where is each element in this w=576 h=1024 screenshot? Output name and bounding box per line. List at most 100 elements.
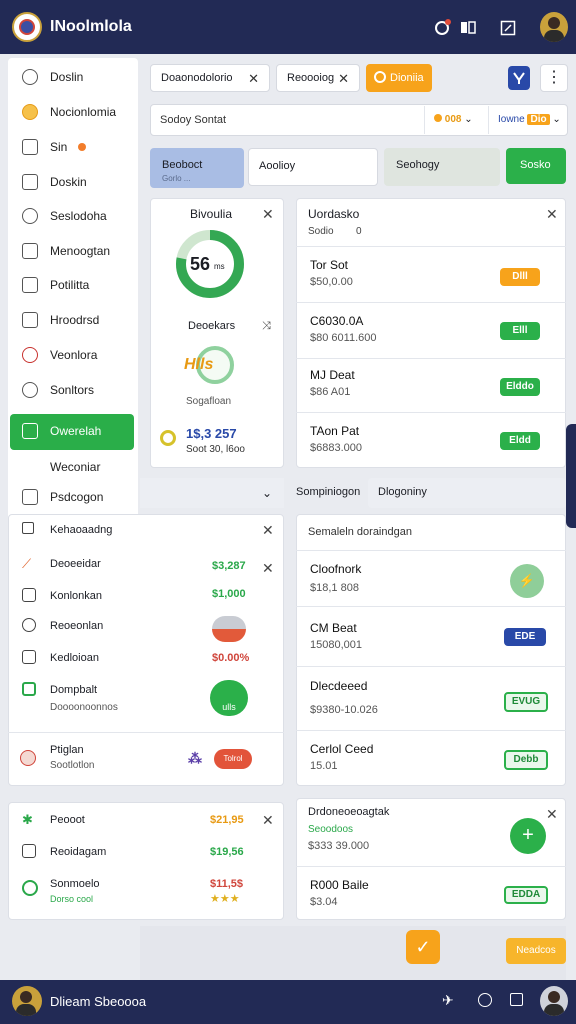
divider [296,666,566,667]
sidebar-item-nocionlomia[interactable]: Nocionlomia [10,95,134,129]
close-icon[interactable]: ✕ [262,206,274,223]
button-label: Dioniia [390,72,424,84]
expand-icon[interactable] [500,20,516,40]
sidebar-item-label: Veonlora [50,348,98,362]
side-drawer-handle[interactable] [566,424,576,528]
tab-label: Beoboct [162,159,203,171]
check-button[interactable]: ✓ [406,930,440,964]
record-icon [22,347,38,363]
status-badge[interactable]: Dlll [500,268,540,286]
close-icon[interactable]: ✕ [262,560,274,577]
tab-sublabel: Gorlo ... [162,174,191,183]
primary-action-button[interactable]: Dioniia [366,64,432,92]
tab-dlogoniny[interactable]: Dlogoniny [378,486,427,498]
tab-seohogy[interactable]: Seohogy [384,148,500,186]
database-icon [22,382,38,398]
sidebar-item-doslin[interactable]: Doslin [10,60,134,94]
sidebar-item-veonlora[interactable]: Veonlora [10,338,134,372]
gauge-chip[interactable] [212,616,246,642]
search-input[interactable]: Sodoy Sontat [160,114,226,126]
sidebar-item-label: Sin [50,140,68,154]
smile-icon [22,618,36,632]
action-chip[interactable]: ulls [210,680,248,716]
status-badge[interactable]: EDE [504,628,546,646]
tab-beoboct[interactable]: Beoboct Gorlo ... [150,148,244,188]
divider [296,358,566,359]
list-row-sub: $6883.000 [310,442,362,454]
more-options-icon[interactable]: ⋮ [540,64,568,92]
add-button[interactable]: + [510,818,546,854]
profile-icon[interactable] [540,986,568,1016]
close-icon[interactable]: ✕ [262,522,274,539]
close-icon[interactable]: ✕ [262,812,274,829]
app-title: INoolmlola [50,18,132,35]
close-icon[interactable]: ✕ [248,71,259,87]
status-badge[interactable]: Debb [504,750,548,770]
window-icon[interactable] [510,993,523,1006]
plane-icon[interactable]: ✈ [442,992,454,1009]
book-icon[interactable] [460,20,476,40]
tab-sosko[interactable]: Sosko [506,148,566,184]
filter-chip-2[interactable]: Reoooiog ✕ [276,64,360,92]
chevron-down-icon[interactable]: ⌄ [262,486,272,500]
sidebar-item-menoogtan[interactable]: Menoogtan [10,234,134,268]
close-icon[interactable]: ✕ [338,71,349,87]
sidebar-item-potilitta[interactable]: Potilitta [10,268,134,302]
user-avatar[interactable] [540,12,568,42]
sidebar-item-owerelah[interactable]: Owerelah [10,414,134,450]
divider [296,246,566,247]
chart-icon: ⟋ [22,556,32,571]
view-dropdown[interactable]: Iowne Dio ⌄ [498,114,561,125]
shuffle-icon[interactable]: ⤨ [262,320,271,333]
report-icon [22,312,38,328]
footer-badge[interactable]: Tolrol [214,749,252,769]
clock-icon[interactable] [478,993,492,1007]
notification-icon[interactable] [434,18,452,40]
sort-dropdown[interactable]: 008 ⌄ [434,114,473,125]
user-avatar[interactable] [12,986,42,1016]
sidebar-item-seslodoha[interactable]: Seslodoha [10,199,134,233]
shield-icon [22,880,38,896]
lightning-icon[interactable]: ⚡ [510,564,544,598]
filter-chip-label: Doaonodolorio [161,72,233,84]
close-icon[interactable]: ✕ [546,806,558,823]
footer-title: Dlieam Sbeoooa [50,994,147,1009]
detail-card-header: Semaleln doraindgan [308,526,412,538]
detail-row-sub: $18,1 808 [310,582,359,594]
sidebar-item-doskin[interactable]: Doskin [10,165,134,199]
filter-chip-1[interactable]: Doaonodolorio ✕ [150,64,270,92]
coin-icon [22,104,38,120]
activity-row-sub: $3.04 [310,896,338,908]
file-icon [22,243,38,259]
close-icon[interactable]: ✕ [546,206,558,223]
finance-footer-title: Ptiglan [50,744,84,756]
tab-aoolioy[interactable]: Aoolioy [248,148,378,186]
sidebar-item-label: Seslodoha [50,209,107,223]
wallet-icon [22,588,36,602]
summary-row-value: $19,56 [210,846,244,858]
sidebar-item-label: Doskin [50,175,87,189]
status-badge[interactable]: Eldd [500,432,540,450]
list-row-sub: $50,0.00 [310,276,353,288]
calendar-icon [22,174,38,190]
status-badge[interactable]: EVUG [504,692,548,712]
badge-text: Hlls [184,356,214,373]
filter-icon-button[interactable] [508,66,530,90]
list-icon [22,844,36,858]
status-badge[interactable]: Elll [500,322,540,340]
sidebar-item-sin[interactable]: Sin [10,130,134,164]
divider [296,866,566,867]
status-badge[interactable]: Elddo [500,378,540,396]
app-logo[interactable] [12,12,42,42]
sidebar-item-weconiar[interactable]: Weconiar [10,450,134,484]
sidebar-item-hroodrsd[interactable]: Hroodrsd [10,303,134,337]
sidebar-item-psdcogon[interactable]: Psdcogon [10,480,134,514]
tab-sompiniogon[interactable]: Sompiniogon [296,486,360,498]
floating-action-button[interactable]: Neadcos [506,938,566,964]
grid-icon [22,522,34,534]
grid-icon [22,489,38,505]
filter-chip-label: Reoooiog [287,72,335,84]
sidebar-item-sonltors[interactable]: Sonltors [10,373,134,407]
activity-card-title: Drdoneoeoagtak [308,806,390,818]
status-badge[interactable]: EDDA [504,886,548,904]
